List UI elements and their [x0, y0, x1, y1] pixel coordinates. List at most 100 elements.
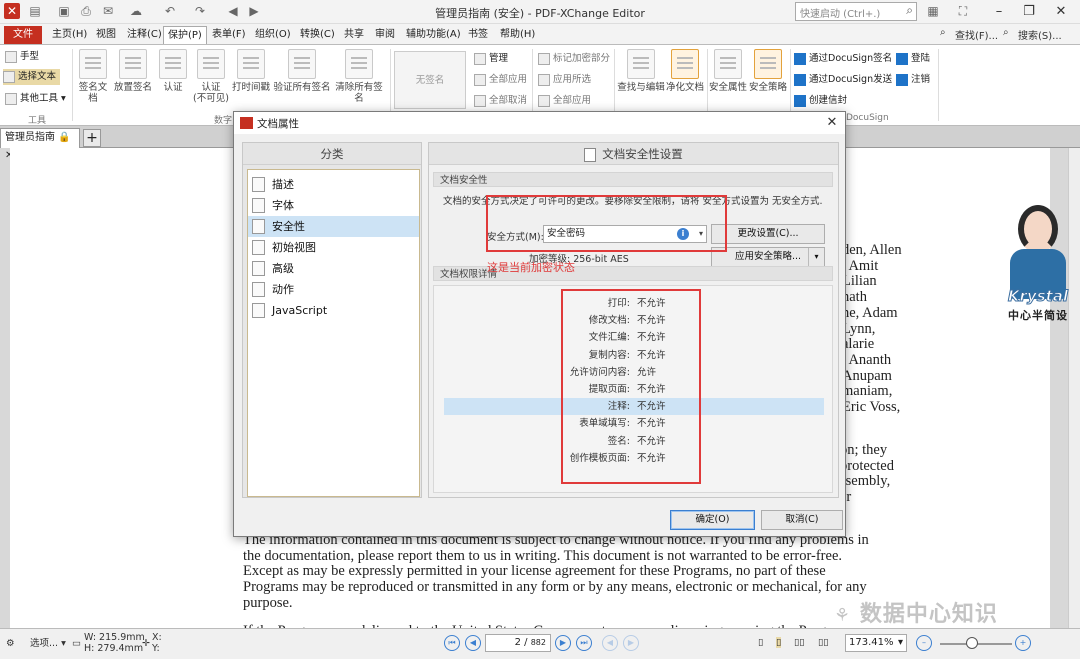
tab-view[interactable]: 视图 — [92, 26, 120, 44]
gear-icon[interactable]: ⚙ — [6, 638, 15, 649]
fullscreen-icon[interactable]: ⛶ — [955, 3, 971, 19]
change-settings-button[interactable]: 更改设置(C)... — [711, 224, 825, 244]
cursor-x: X: — [152, 632, 162, 643]
document-text-line: Programs may be reproduced or transmitte… — [243, 579, 867, 596]
ok-button[interactable]: 确定(O) — [670, 510, 755, 530]
category-item[interactable]: 字体 — [248, 195, 419, 216]
zoom-slider-thumb[interactable] — [966, 637, 978, 649]
single-page-icon[interactable]: ▯ — [758, 637, 763, 648]
search-icon[interactable]: ⌕ — [906, 3, 913, 18]
maximize-button[interactable]: ❐ — [1015, 2, 1043, 22]
options-dropdown[interactable]: 选项... ▾ — [30, 638, 66, 649]
mark-redaction-icon — [538, 52, 550, 65]
close-button[interactable]: ✕ — [1047, 2, 1075, 22]
category-item[interactable]: 初始视图 — [248, 237, 419, 258]
certify-invisible-button[interactable]: 认证 (不可见) — [192, 49, 230, 104]
cancel-button[interactable]: 取消(C) — [761, 510, 843, 530]
hand-tool[interactable]: 手型 — [5, 49, 39, 65]
mark-redaction-button: 标记加密部分 — [538, 51, 610, 67]
manage-button[interactable]: 管理 — [474, 51, 508, 67]
zoom-in-button[interactable]: + — [1015, 635, 1031, 651]
sanitize-button[interactable]: 净化文档 — [665, 49, 705, 93]
other-tools-dropdown[interactable]: 其他工具 ▾ — [5, 91, 66, 107]
group-label-tools: 工具 — [28, 116, 47, 126]
category-item[interactable]: JavaScript — [248, 300, 419, 321]
wechat-icon: ⚘ — [834, 605, 852, 626]
apply-security-policy-button[interactable]: 应用安全策略... ▾ — [711, 247, 825, 267]
apply-selected-button: 应用所选 — [538, 72, 591, 88]
category-label: 高级 — [272, 262, 294, 275]
back-view-button[interactable]: ◀ — [602, 635, 618, 651]
quick-launch-input[interactable]: 快速启动 (Ctrl+.) ⌕ — [795, 2, 917, 21]
forward-view-button[interactable]: ▶ — [623, 635, 639, 651]
tab-review[interactable]: 审阅 — [371, 26, 399, 44]
last-page-button[interactable]: ⏭ — [576, 635, 592, 651]
find-icon[interactable]: ⌕ — [940, 27, 946, 38]
tab-home[interactable]: 主页(H) — [48, 26, 91, 44]
search-button[interactable]: 搜索(S)... — [1018, 27, 1062, 42]
docusign-login-button[interactable]: 登陆 — [896, 51, 930, 67]
tab-share[interactable]: 共享 — [340, 26, 368, 44]
facing-pages-icon[interactable]: ▯▯ — [794, 637, 804, 648]
docusign-sign-button[interactable]: 通过DocuSign签名 — [794, 51, 892, 67]
zoom-out-button[interactable]: – — [916, 635, 932, 651]
dialog-title: 文档属性 — [257, 118, 299, 130]
document-tab[interactable]: 管理员指南 🔒 ✕ — [0, 128, 80, 161]
tab-protect[interactable]: 保护(P) — [163, 26, 207, 44]
create-envelope-button[interactable]: 创建信封 — [794, 93, 847, 109]
tab-bookmarks[interactable]: 书签 — [464, 26, 492, 44]
category-header: 分类 — [243, 143, 421, 165]
category-label: 初始视图 — [272, 241, 316, 254]
security-policy-button[interactable]: 安全策略 — [748, 49, 788, 93]
category-item[interactable]: 描述 — [248, 174, 419, 195]
continuous-page-icon[interactable]: ▯ — [776, 637, 782, 648]
category-label: 动作 — [272, 283, 294, 296]
tab-forms[interactable]: 表单(F) — [208, 26, 250, 44]
tab-comment[interactable]: 注释(C) — [123, 26, 166, 44]
tab-organize[interactable]: 组织(O) — [251, 26, 295, 44]
dialog-titlebar: 文档属性 ✕ — [234, 112, 845, 134]
minimize-button[interactable]: – — [985, 2, 1013, 22]
next-page-button[interactable]: ▶ — [555, 635, 571, 651]
layout-icon[interactable]: ▦ — [925, 3, 941, 19]
cover-pages-icon[interactable]: ▯▯ — [818, 637, 828, 648]
sanitize-icon — [671, 49, 699, 79]
dialog-close-button[interactable]: ✕ — [823, 114, 841, 132]
page-number-input[interactable]: 2 / 882 — [485, 634, 551, 652]
category-item[interactable]: 高级 — [248, 258, 419, 279]
tab-convert[interactable]: 转换(C) — [296, 26, 339, 44]
tab-help[interactable]: 帮助(H) — [496, 26, 539, 44]
text-cursor-icon — [3, 70, 15, 83]
document-text-line: , Ananth — [842, 351, 892, 368]
place-signature-button[interactable]: 放置签名 — [114, 49, 152, 93]
timestamp-button[interactable]: 打时间戳 — [231, 49, 271, 93]
tools-icon — [5, 92, 17, 105]
find-edit-button[interactable]: 查找与编辑 — [617, 49, 665, 93]
verify-signatures-button[interactable]: 验证所有签名 — [273, 49, 331, 93]
search-doc-icon[interactable]: ⌕ — [1003, 27, 1009, 38]
clear-signatures-button[interactable]: 清除所有签名 — [331, 49, 387, 104]
zoom-level-select[interactable]: 173.41% ▾ — [845, 634, 907, 652]
security-properties-button[interactable]: 安全属性 — [708, 49, 748, 93]
security-section-header: 文档安全性 — [433, 172, 833, 187]
docusign-logout-button[interactable]: 注销 — [896, 72, 930, 88]
first-page-button[interactable]: ⏮ — [444, 635, 460, 651]
annotation-box-security-method — [486, 195, 727, 252]
sign-document-button[interactable]: 签名文档 — [76, 49, 110, 104]
prev-page-button[interactable]: ◀ — [465, 635, 481, 651]
logout-icon — [896, 73, 908, 86]
find-button[interactable]: 查找(F)... — [955, 27, 998, 42]
category-item[interactable]: 动作 — [248, 279, 419, 300]
tab-file[interactable]: 文件(F) — [4, 26, 42, 58]
docusign-icon — [794, 52, 806, 65]
certify-button[interactable]: 认证 — [156, 49, 190, 93]
docusign-send-button[interactable]: 通过DocuSign发送 — [794, 72, 892, 88]
tab-accessibility[interactable]: 辅助功能(A) — [402, 26, 465, 44]
new-tab-button[interactable]: + — [83, 129, 101, 147]
hand-icon — [5, 50, 17, 63]
chevron-down-icon[interactable]: ▾ — [808, 248, 824, 266]
category-item[interactable]: 安全性 — [248, 216, 419, 237]
dialog-app-icon — [240, 117, 253, 129]
select-text-tool[interactable]: 选择文本 — [3, 69, 61, 85]
ribbon-tabs: 文件(F) 主页(H) 视图 注释(C) 保护(P) 表单(F) 组织(O) 转… — [0, 24, 1080, 58]
